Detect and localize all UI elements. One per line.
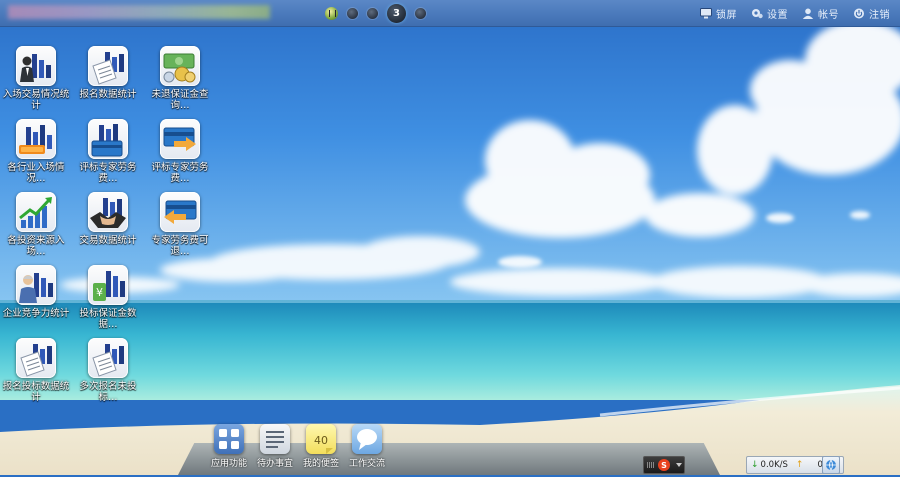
- desktop-icon-unrefunded-deposit[interactable]: 未退保证金查询…: [144, 46, 216, 111]
- desktop-page-dot[interactable]: [367, 7, 378, 19]
- desktop-icon-label: 交易数据统计: [79, 235, 137, 246]
- desktop-icon-label: 投标保证金数据…: [79, 308, 137, 330]
- desktop-icon-trade-data-stats[interactable]: 交易数据统计: [72, 192, 144, 246]
- desktop-icon-label: 各投资来源入场…: [7, 235, 65, 257]
- desktop-icon-label: 企业竞争力统计: [2, 308, 70, 319]
- user-icon: [802, 8, 814, 19]
- desktop-icon-investment-source[interactable]: 各投资来源入场…: [0, 192, 72, 257]
- desktop-icon-label: 未退保证金查询…: [151, 89, 209, 111]
- upload-arrow-icon: ↑: [795, 460, 804, 470]
- card-arrow-back-icon: [160, 192, 200, 232]
- account-label: 帐号: [818, 9, 839, 21]
- download-speed: 0.0K/S: [760, 460, 788, 470]
- desktop-pager: 3: [325, 3, 426, 23]
- settings-icon: [752, 8, 763, 18]
- document-chart-icon: [88, 338, 128, 378]
- apps-grid-icon: [214, 424, 244, 454]
- dock-app-label: 工作交流: [348, 459, 385, 469]
- desktop-icon-label: 专家劳务费可退…: [151, 235, 209, 257]
- handshake-icon: [88, 192, 128, 232]
- globe-icon: [826, 459, 836, 471]
- svg-text:¥: ¥: [96, 286, 103, 299]
- settings-button[interactable]: 设置: [751, 6, 788, 21]
- desktop-icon-label: 报名投标数据统计: [2, 381, 70, 403]
- desktop-icon-industry-entry[interactable]: 各行业入场情况…: [0, 119, 72, 184]
- account-button[interactable]: 帐号: [802, 6, 839, 21]
- sticky-note-text: 40: [314, 434, 328, 447]
- monitor-icon: [700, 7, 712, 18]
- top-toolbar: 锁屏 设置 帐号 注销: [700, 4, 890, 22]
- desktop-icon-registration-bid-stats[interactable]: 报名投标数据统计: [0, 338, 72, 403]
- person-chart-icon: [16, 265, 56, 305]
- desktop-home-dot[interactable]: [325, 6, 338, 20]
- desktop-icon-entry-trade-stats[interactable]: 入场交易情况统计: [0, 46, 72, 111]
- desktop-icon-expert-fee-a[interactable]: 评标专家劳务费…: [72, 119, 144, 184]
- desktop-page-dot[interactable]: [415, 7, 426, 19]
- blurred-logo: [8, 5, 270, 19]
- document-chart-icon: [88, 46, 128, 86]
- desktop-icon-label: 评标专家劳务费…: [151, 162, 209, 184]
- desktop-icon-label: 入场交易情况统计: [2, 89, 70, 111]
- desktop-icon-expert-fee-refundable[interactable]: 专家劳务费可退…: [144, 192, 216, 257]
- dropdown-arrow-icon: [676, 463, 682, 467]
- download-arrow-icon: ↓: [751, 460, 759, 470]
- bar-chart-icon: [16, 119, 56, 159]
- sogou-ime-icon: S: [658, 459, 670, 471]
- todo-list-icon: [260, 424, 290, 454]
- desktop-icon-label: 评标专家劳务费…: [79, 162, 137, 184]
- top-bar: 3 锁屏 设置 帐号 注销: [0, 0, 900, 27]
- network-monitor-button[interactable]: [822, 456, 840, 474]
- money-icon: [160, 46, 200, 86]
- desktop-icon-expert-fee-b[interactable]: 评标专家劳务费…: [144, 119, 216, 184]
- desktop-icon-bid-deposit-data[interactable]: ¥ 投标保证金数据…: [72, 265, 144, 330]
- logout-label: 注销: [869, 9, 890, 21]
- desktop-icon-label: 多次报名未投标…: [79, 381, 137, 403]
- money-bars-icon: ¥: [88, 265, 128, 305]
- lock-screen-button[interactable]: 锁屏: [700, 6, 737, 21]
- keyboard-icon: [647, 462, 655, 468]
- desktop-page-dot[interactable]: [347, 7, 358, 19]
- desktop-icon-registration-stats[interactable]: 报名数据统计: [72, 46, 144, 100]
- desktop-icon-enterprise-competitiveness[interactable]: 企业竞争力统计: [0, 265, 72, 319]
- desktop-icon-multi-registration-no-bid[interactable]: 多次报名未投标…: [72, 338, 144, 403]
- lock-screen-label: 锁屏: [716, 9, 737, 21]
- card-arrow-icon: [160, 119, 200, 159]
- sticky-note-icon: 40: [306, 424, 336, 454]
- card-chart-icon: [88, 119, 128, 159]
- power-icon: [854, 8, 864, 18]
- desktop-icon-label: 各行业入场情况…: [7, 162, 65, 184]
- growth-chart-icon: [16, 192, 56, 232]
- desktop-icon-label: 报名数据统计: [79, 89, 137, 100]
- logout-button[interactable]: 注销: [853, 6, 890, 21]
- input-method-toolbar[interactable]: S: [643, 456, 685, 474]
- dock-app-work-chat[interactable]: 工作交流: [340, 424, 394, 469]
- document-chart-icon: [16, 338, 56, 378]
- current-page-indicator[interactable]: 3: [387, 3, 406, 23]
- settings-label: 设置: [767, 9, 788, 21]
- person-chart-icon: [16, 46, 56, 86]
- chat-bubble-icon: [352, 424, 382, 454]
